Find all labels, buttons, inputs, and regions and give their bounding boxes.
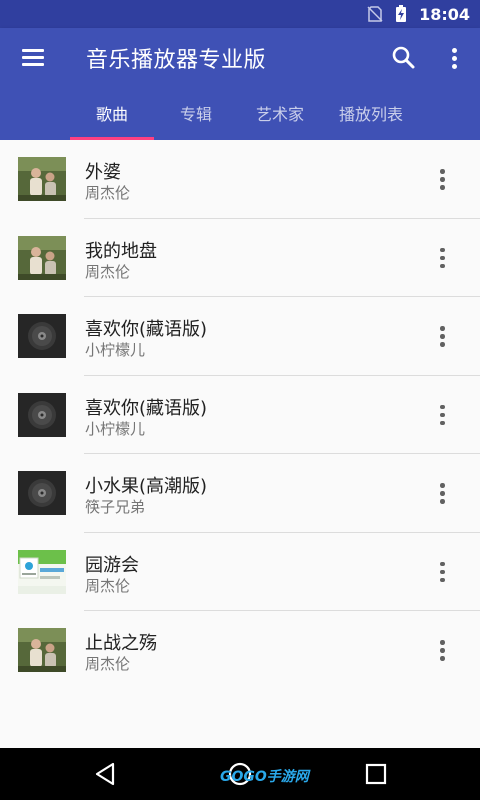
back-icon[interactable] (93, 761, 119, 787)
more-vert-icon[interactable] (432, 481, 452, 505)
album-art-disc (18, 392, 66, 437)
song-title: 小水果(高潮版) (85, 476, 208, 497)
song-artist: 周杰伦 (85, 262, 131, 281)
status-bar: 18:04 (0, 0, 480, 28)
more-vert-icon[interactable] (440, 42, 468, 74)
list-empty-area (0, 678, 480, 748)
song-title: 止战之殇 (85, 633, 157, 654)
song-title: 我的地盘 (85, 240, 157, 262)
more-vert-icon[interactable] (432, 403, 452, 427)
more-vert-icon[interactable] (432, 167, 452, 191)
song-artist: 周杰伦 (85, 576, 131, 595)
song-item[interactable]: 喜欢你(藏语版) 小柠檬儿 (0, 376, 480, 454)
song-artist: 周杰伦 (85, 655, 131, 673)
menu-icon[interactable] (16, 42, 48, 72)
watermark-text: GOGO手游网 (220, 769, 309, 785)
tab-albums[interactable]: 专辑 (154, 86, 238, 140)
song-item[interactable]: 喜欢你(藏语版) 小柠檬儿 (0, 297, 480, 376)
status-time: 18:04 (419, 4, 470, 24)
no-sim-icon (367, 6, 383, 22)
album-art-photo (18, 628, 66, 672)
tab-bar: 歌曲 专辑 艺术家 播放列表 (0, 86, 480, 140)
more-vert-icon[interactable] (432, 638, 452, 662)
song-title: 喜欢你(藏语版) (85, 319, 208, 340)
album-art-disc (18, 314, 66, 358)
watermark-logo: GOGO手游网 (220, 764, 309, 788)
song-item[interactable]: 外婆 周杰伦 (0, 140, 480, 219)
recent-apps-icon[interactable] (364, 762, 388, 786)
song-artist: 周杰伦 (85, 184, 131, 202)
app-title: 音乐播放器专业版 (86, 48, 267, 73)
battery-charging-icon (393, 5, 409, 22)
tab-songs[interactable]: 歌曲 (70, 86, 154, 140)
navigation-bar: GOGO手游网 (0, 748, 480, 800)
more-vert-icon[interactable] (432, 560, 452, 584)
tab-playlists[interactable]: 播放列表 (322, 86, 420, 140)
album-art-green (18, 549, 66, 594)
album-art-disc (18, 471, 66, 515)
album-art-photo (18, 157, 66, 201)
song-list: 外婆 周杰伦 我的地盘 周杰伦 喜欢你(藏语版) 小柠檬儿 喜欢你(藏语版) 小… (0, 140, 480, 690)
tab-artists[interactable]: 艺术家 (238, 86, 322, 140)
more-vert-icon[interactable] (432, 324, 452, 348)
song-item[interactable]: 园游会 周杰伦 (0, 533, 480, 611)
song-artist: 筷子兄弟 (85, 498, 146, 516)
more-vert-icon[interactable] (432, 246, 452, 270)
song-item[interactable]: 我的地盘 周杰伦 (0, 219, 480, 297)
song-title: 园游会 (85, 554, 139, 576)
song-item[interactable]: 小水果(高潮版) 筷子兄弟 (0, 454, 480, 533)
search-icon[interactable] (388, 42, 420, 74)
app-bar: 音乐播放器专业版 歌曲 专辑 艺术家 播放列表 (0, 28, 480, 140)
album-art-photo (18, 235, 66, 280)
song-artist: 小柠檬儿 (85, 419, 146, 438)
song-artist: 小柠檬儿 (85, 341, 146, 359)
song-title: 喜欢你(藏语版) (85, 397, 208, 419)
song-title: 外婆 (85, 162, 121, 183)
toolbar: 音乐播放器专业版 (0, 28, 480, 86)
